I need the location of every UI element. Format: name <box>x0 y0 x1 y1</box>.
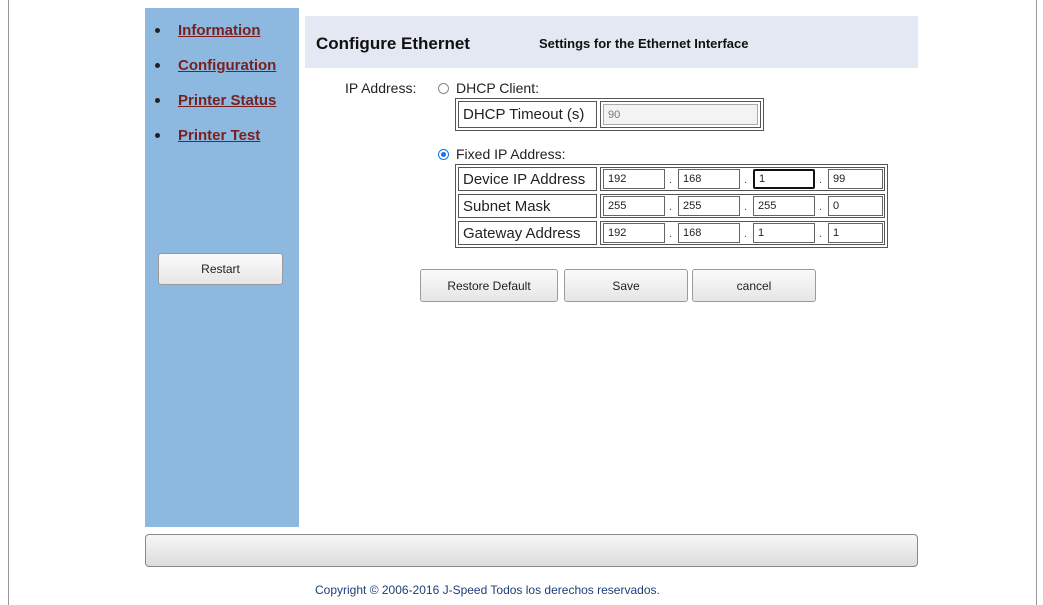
gateway-octet-2[interactable] <box>678 223 740 243</box>
subnet-mask-octet-4[interactable] <box>828 196 883 216</box>
gateway-label-cell: Gateway Address <box>458 221 597 245</box>
save-button[interactable]: Save <box>564 269 688 302</box>
octet-separator: . <box>744 228 748 240</box>
dhcp-timeout-value-cell <box>600 101 761 128</box>
sidebar: Information Configuration Printer Status… <box>145 8 299 527</box>
fixed-ip-table: Device IP Address . . . Subnet Mask . . … <box>455 164 888 248</box>
subnet-mask-octet-2[interactable] <box>678 196 740 216</box>
subnet-mask-label: Subnet Mask <box>463 198 551 215</box>
subnet-mask-label-cell: Subnet Mask <box>458 194 597 218</box>
device-ip-label-cell: Device IP Address <box>458 167 597 191</box>
dhcp-client-radio[interactable] <box>438 83 449 94</box>
bottom-status-bar <box>145 534 918 567</box>
octet-separator: . <box>669 201 673 213</box>
gateway-octet-4[interactable] <box>828 223 883 243</box>
octet-separator: . <box>744 174 748 186</box>
dhcp-client-label: DHCP Client: <box>456 80 539 96</box>
octet-separator: . <box>819 201 823 213</box>
dhcp-timeout-table: DHCP Timeout (s) <box>455 98 764 131</box>
restore-default-button[interactable]: Restore Default <box>420 269 558 302</box>
octet-separator: . <box>669 228 673 240</box>
sidebar-link-configuration[interactable]: Configuration <box>178 57 276 74</box>
octet-separator: . <box>819 228 823 240</box>
gateway-value-cell: . . . <box>600 221 885 245</box>
restart-button[interactable]: Restart <box>158 253 283 285</box>
sidebar-link-printer-status[interactable]: Printer Status <box>178 92 276 109</box>
gateway-label: Gateway Address <box>463 225 581 242</box>
subnet-mask-octet-3[interactable] <box>753 196 815 216</box>
sidebar-link-information[interactable]: Information <box>178 22 261 39</box>
gateway-octet-3[interactable] <box>753 223 815 243</box>
page-frame-left-border <box>8 0 9 605</box>
dhcp-timeout-input[interactable] <box>603 104 758 125</box>
page-header: Configure Ethernet Settings for the Ethe… <box>305 16 918 68</box>
bullet-icon <box>155 28 160 33</box>
device-ip-value-cell: . . . <box>600 167 885 191</box>
gateway-octet-1[interactable] <box>603 223 665 243</box>
subnet-mask-value-cell: . . . <box>600 194 885 218</box>
dhcp-timeout-label: DHCP Timeout (s) <box>463 106 585 123</box>
device-ip-octet-4[interactable] <box>828 169 883 189</box>
bullet-icon <box>155 98 160 103</box>
dhcp-timeout-label-cell: DHCP Timeout (s) <box>458 101 597 128</box>
cancel-button[interactable]: cancel <box>692 269 816 302</box>
bullet-icon <box>155 133 160 138</box>
device-ip-octet-2[interactable] <box>678 169 740 189</box>
device-ip-label: Device IP Address <box>463 171 586 188</box>
page-frame-right-border <box>1036 0 1037 605</box>
subnet-mask-octet-1[interactable] <box>603 196 665 216</box>
octet-separator: . <box>819 174 823 186</box>
octet-separator: . <box>669 174 673 186</box>
page-subtitle: Settings for the Ethernet Interface <box>539 36 749 51</box>
page-title: Configure Ethernet <box>316 34 470 53</box>
copyright-text: Copyright © 2006-2016 J-Speed Todos los … <box>315 583 660 597</box>
device-ip-octet-3[interactable] <box>753 169 815 189</box>
fixed-ip-label: Fixed IP Address: <box>456 146 566 162</box>
sidebar-link-printer-test[interactable]: Printer Test <box>178 127 260 144</box>
ip-address-label: IP Address: <box>345 80 417 96</box>
fixed-ip-radio[interactable] <box>438 149 449 160</box>
bullet-icon <box>155 63 160 68</box>
octet-separator: . <box>744 201 748 213</box>
device-ip-octet-1[interactable] <box>603 169 665 189</box>
